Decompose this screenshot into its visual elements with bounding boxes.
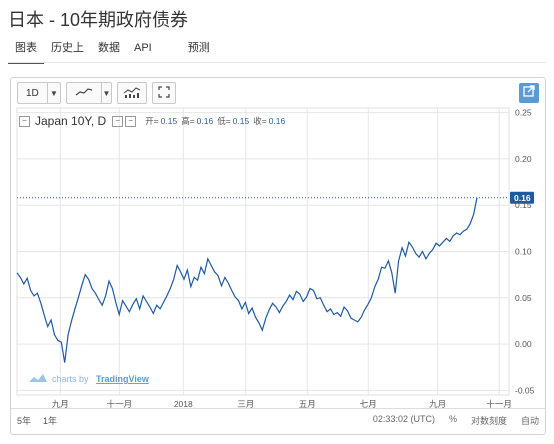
y-tick-label: 0.00	[515, 339, 532, 349]
chart-frame: -0.05 0.00 0.05 0.10 0.15 0.20 0.25 九月 十一月 2018 三月…	[10, 77, 546, 435]
bottom-rule	[11, 408, 545, 409]
high-value: 0.16	[196, 116, 214, 126]
chart-style-select[interactable]: ▼	[66, 82, 112, 104]
interval-label: 1D	[26, 87, 39, 99]
tab-api[interactable]: API	[127, 40, 159, 64]
percent-toggle[interactable]: %	[449, 414, 457, 427]
close-value: 0.16	[268, 116, 286, 126]
low-value: 0.15	[232, 116, 250, 126]
tab-data[interactable]: 数据	[91, 40, 127, 64]
y-tick-label: 0.05	[515, 293, 532, 303]
auto-scale-toggle[interactable]: 自动	[521, 414, 539, 427]
chevron-down-icon: ▼	[101, 83, 111, 103]
period-selector: 5年 1年	[17, 414, 57, 427]
close-label: 收=	[253, 116, 267, 126]
page-title: 日本 - 10年期政府债券	[8, 10, 189, 30]
series-line	[16, 197, 478, 363]
period-5y[interactable]: 5年	[17, 414, 31, 427]
indicators-button[interactable]	[117, 82, 147, 104]
watermark-brand: TradingView	[96, 374, 150, 384]
y-tick-label: -0.05	[515, 385, 535, 395]
period-1y[interactable]: 1年	[43, 414, 57, 427]
popout-button[interactable]	[519, 83, 539, 103]
tab-chart[interactable]: 图表	[8, 40, 44, 64]
tradingview-logo-icon	[29, 374, 47, 382]
settings-icon[interactable]: −	[112, 115, 124, 127]
chart-legend: − Japan 10Y, D − − 开= 0.15 高= 0.16 低= 0.…	[19, 114, 285, 128]
y-tick-label: 0.10	[515, 247, 532, 257]
y-tick-label: 0.25	[515, 108, 532, 118]
high-label: 高=	[181, 116, 195, 126]
watermark-prefix: charts by	[52, 374, 89, 384]
chart-toolbar: 1D ▼ ▼	[17, 82, 176, 106]
tab-forecast[interactable]: 预测	[181, 40, 217, 64]
open-label: 开=	[145, 116, 159, 126]
chevron-down-icon: ▼	[46, 83, 60, 103]
y-tick-label: 0.20	[515, 154, 532, 164]
symbol-title: Japan 10Y, D	[35, 114, 107, 128]
status-bar: 02:33:02 (UTC) % 对数刻度 自动	[373, 414, 539, 427]
tab-divider	[8, 62, 546, 63]
open-value: 0.15	[160, 116, 178, 126]
fullscreen-icon	[158, 85, 170, 101]
hide-icon[interactable]: −	[125, 115, 137, 127]
interval-select[interactable]: 1D ▼	[17, 82, 61, 104]
log-scale-toggle[interactable]: 对数刻度	[471, 414, 507, 427]
low-label: 低=	[217, 116, 231, 126]
line-chart: -0.050.000.050.100.150.200.25九月 十一月 2018 三月…	[16, 107, 535, 409]
clock-readout: 02:33:02 (UTC)	[372, 414, 435, 424]
bars-chart-icon	[123, 86, 141, 101]
tab-bar: 图表 历史上 数据 API 预测	[8, 40, 217, 64]
collapse-icon[interactable]: −	[19, 115, 30, 127]
fullscreen-button[interactable]	[152, 82, 176, 104]
popout-icon	[523, 84, 535, 102]
tab-history[interactable]: 历史上	[44, 40, 91, 64]
last-price-label: 0.16	[514, 193, 531, 203]
line-chart-icon	[67, 87, 101, 100]
